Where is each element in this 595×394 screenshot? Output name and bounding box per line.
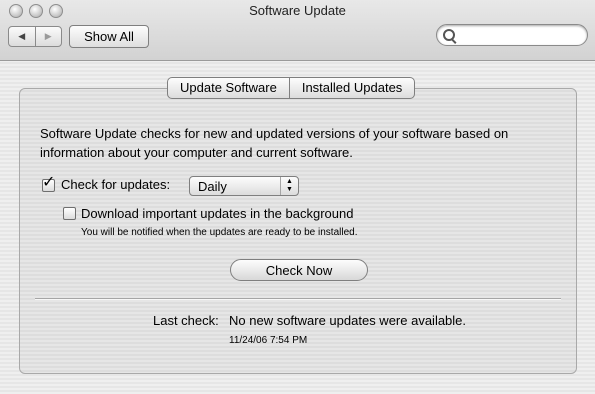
show-all-button[interactable]: Show All	[69, 25, 149, 48]
download-note: You will be notified when the updates ar…	[81, 227, 358, 238]
description-text: Software Update checks for new and updat…	[40, 126, 509, 160]
software-update-window: Software Update ◀ ▶ Show All Update Soft…	[0, 0, 595, 394]
window-title: Software Update	[249, 3, 346, 18]
check-for-updates-checkbox[interactable]: ✓	[42, 175, 55, 192]
download-background-checkbox[interactable]	[63, 207, 76, 220]
last-check-time: 11/24/06 7:54 PM	[229, 335, 308, 346]
tab-update-software[interactable]: Update Software	[168, 78, 289, 98]
popup-arrows-icon: ▲ ▼	[280, 177, 298, 195]
checkmark-icon: ✓	[42, 174, 56, 191]
search-field[interactable]	[436, 24, 588, 46]
back-arrow-icon[interactable]: ◀	[9, 27, 35, 46]
search-icon	[443, 29, 455, 41]
check-now-button[interactable]: Check Now	[230, 259, 368, 281]
search-input[interactable]	[459, 27, 581, 43]
last-check-label: Last check:	[153, 313, 219, 328]
tab-bar: Update Software Installed Updates	[167, 77, 416, 99]
update-frequency-value: Daily	[198, 179, 227, 194]
download-background-label[interactable]: Download important updates in the backgr…	[81, 206, 353, 221]
forward-arrow-icon[interactable]: ▶	[34, 27, 62, 46]
last-check-value: No new software updates were available.	[229, 313, 467, 328]
separator	[35, 298, 561, 300]
toolbar: Software Update ◀ ▶ Show All	[0, 0, 595, 61]
check-for-updates-label[interactable]: Check for updates:	[61, 177, 170, 192]
update-frequency-popup[interactable]: Daily ▲ ▼	[189, 176, 299, 196]
back-forward-control: ◀ ▶	[8, 26, 62, 47]
tab-installed-updates[interactable]: Installed Updates	[288, 78, 414, 98]
